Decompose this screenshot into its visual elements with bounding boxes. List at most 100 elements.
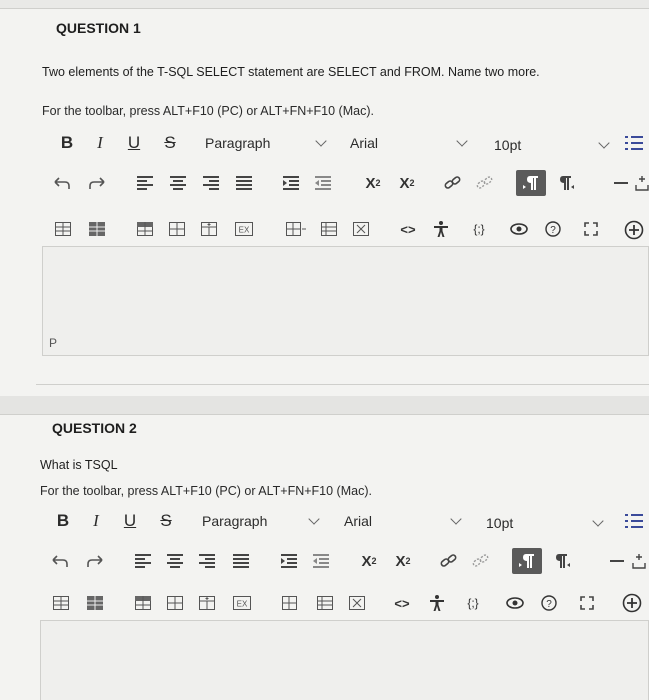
table-icon[interactable] bbox=[50, 592, 72, 614]
ltr-icon[interactable] bbox=[516, 170, 546, 196]
unlink-icon[interactable] bbox=[474, 172, 496, 194]
font-size-select[interactable]: 10pt bbox=[494, 128, 616, 162]
superscript-base: X bbox=[365, 174, 376, 192]
underline-button[interactable]: U bbox=[124, 133, 144, 153]
horizontal-line-icon[interactable] bbox=[610, 172, 632, 194]
svg-text:EX: EX bbox=[237, 600, 248, 609]
code-button[interactable]: <> bbox=[396, 218, 420, 240]
outdent-icon[interactable] bbox=[310, 550, 332, 572]
align-right-icon[interactable] bbox=[200, 172, 222, 194]
indent-icon[interactable] bbox=[280, 172, 302, 194]
question-1-prompt: Two elements of the T-SQL SELECT stateme… bbox=[42, 65, 540, 79]
table-col-props-icon[interactable] bbox=[314, 592, 336, 614]
align-left-icon[interactable] bbox=[132, 550, 154, 572]
question-1-title: QUESTION 1 bbox=[56, 20, 141, 36]
more-options-icon[interactable] bbox=[622, 132, 646, 154]
rtl-icon[interactable] bbox=[554, 172, 578, 194]
underline-button[interactable]: U bbox=[120, 511, 140, 531]
help-icon[interactable]: ? bbox=[542, 218, 564, 240]
align-left-icon[interactable] bbox=[134, 172, 156, 194]
table-split-icon[interactable] bbox=[350, 218, 372, 240]
italic-button[interactable]: I bbox=[90, 133, 110, 153]
fullscreen-icon[interactable] bbox=[576, 592, 598, 614]
paragraph-select[interactable]: Paragraph bbox=[205, 126, 330, 160]
table-merge-icon[interactable] bbox=[196, 592, 218, 614]
table-merge-icon[interactable] bbox=[198, 218, 220, 240]
font-select[interactable]: Arial bbox=[344, 504, 469, 538]
strikethrough-button[interactable]: S bbox=[156, 511, 176, 531]
preview-icon[interactable] bbox=[504, 592, 526, 614]
table-icon[interactable] bbox=[52, 218, 74, 240]
accessibility-icon[interactable] bbox=[426, 592, 448, 614]
chevron-down-icon bbox=[456, 135, 468, 147]
table-cell-icon[interactable] bbox=[166, 218, 188, 240]
question-2-title: QUESTION 2 bbox=[52, 420, 137, 436]
undo-icon[interactable] bbox=[50, 172, 74, 194]
table-delete-icon[interactable]: EX bbox=[232, 218, 256, 240]
help-icon[interactable]: ? bbox=[538, 592, 560, 614]
superscript-button[interactable]: X2 bbox=[360, 172, 386, 194]
align-center-icon[interactable] bbox=[167, 172, 189, 194]
italic-button[interactable]: I bbox=[86, 511, 106, 531]
accessibility-icon[interactable] bbox=[430, 218, 452, 240]
align-justify-icon[interactable] bbox=[233, 172, 255, 194]
font-size-select[interactable]: 10pt bbox=[486, 506, 608, 540]
font-select[interactable]: Arial bbox=[350, 126, 475, 160]
answer-editor-2[interactable] bbox=[40, 620, 649, 700]
unlink-icon[interactable] bbox=[470, 550, 492, 572]
table-properties-icon[interactable] bbox=[84, 592, 106, 614]
subscript-mark: 2 bbox=[409, 178, 415, 188]
braces-button[interactable]: {;} bbox=[458, 592, 488, 614]
top-divider bbox=[0, 8, 649, 9]
fullscreen-icon[interactable] bbox=[580, 218, 602, 240]
redo-icon[interactable] bbox=[83, 550, 107, 572]
answer-editor-1[interactable] bbox=[42, 246, 649, 356]
bold-button[interactable]: B bbox=[57, 133, 77, 153]
insert-row-icon[interactable] bbox=[634, 172, 649, 194]
preview-icon[interactable] bbox=[508, 218, 530, 240]
table-delete-icon[interactable]: EX bbox=[230, 592, 254, 614]
paragraph-select[interactable]: Paragraph bbox=[202, 504, 327, 538]
add-content-icon[interactable] bbox=[620, 591, 644, 615]
editor-1-toolbar-row-3: EX <> {;} ? bbox=[42, 212, 649, 246]
link-icon[interactable] bbox=[442, 172, 464, 194]
editor-2-toolbar-row-2: X2 X2 bbox=[40, 544, 649, 578]
chevron-down-icon bbox=[598, 137, 610, 149]
redo-icon[interactable] bbox=[85, 172, 109, 194]
horizontal-line-icon[interactable] bbox=[606, 550, 628, 572]
table-row-before-icon[interactable] bbox=[134, 218, 156, 240]
align-justify-icon[interactable] bbox=[230, 550, 252, 572]
editor-1-bottom-divider bbox=[36, 384, 649, 385]
link-icon[interactable] bbox=[438, 550, 460, 572]
indent-icon[interactable] bbox=[278, 550, 300, 572]
paragraph-select-value: Paragraph bbox=[202, 513, 268, 529]
table-properties-icon[interactable] bbox=[86, 218, 108, 240]
superscript-button[interactable]: X2 bbox=[356, 550, 382, 572]
question-2-prompt: What is TSQL bbox=[40, 458, 118, 472]
strikethrough-button[interactable]: S bbox=[160, 133, 180, 153]
bold-button[interactable]: B bbox=[53, 511, 73, 531]
add-content-icon[interactable] bbox=[622, 218, 646, 242]
more-options-icon[interactable] bbox=[622, 510, 646, 532]
code-button[interactable]: <> bbox=[390, 592, 414, 614]
rtl-icon[interactable] bbox=[550, 550, 574, 572]
outdent-icon[interactable] bbox=[312, 172, 334, 194]
superscript-mark: 2 bbox=[371, 556, 377, 566]
chevron-down-icon bbox=[450, 513, 462, 525]
subscript-button[interactable]: X2 bbox=[390, 550, 416, 572]
table-cell-icon[interactable] bbox=[164, 592, 186, 614]
subscript-button[interactable]: X2 bbox=[394, 172, 420, 194]
braces-button[interactable]: {;} bbox=[464, 218, 494, 240]
undo-icon[interactable] bbox=[48, 550, 72, 572]
table-col-props-icon[interactable] bbox=[318, 218, 340, 240]
table-row-before-icon[interactable] bbox=[132, 592, 154, 614]
insert-row-icon[interactable] bbox=[630, 550, 647, 572]
table-row-props-icon[interactable] bbox=[284, 218, 308, 240]
align-right-icon[interactable] bbox=[196, 550, 218, 572]
ltr-icon[interactable] bbox=[512, 548, 542, 574]
table-row-props-icon[interactable] bbox=[280, 592, 304, 614]
subscript-base: X bbox=[399, 174, 410, 192]
table-split-icon[interactable] bbox=[346, 592, 368, 614]
align-center-icon[interactable] bbox=[164, 550, 186, 572]
font-select-value: Arial bbox=[344, 513, 373, 529]
